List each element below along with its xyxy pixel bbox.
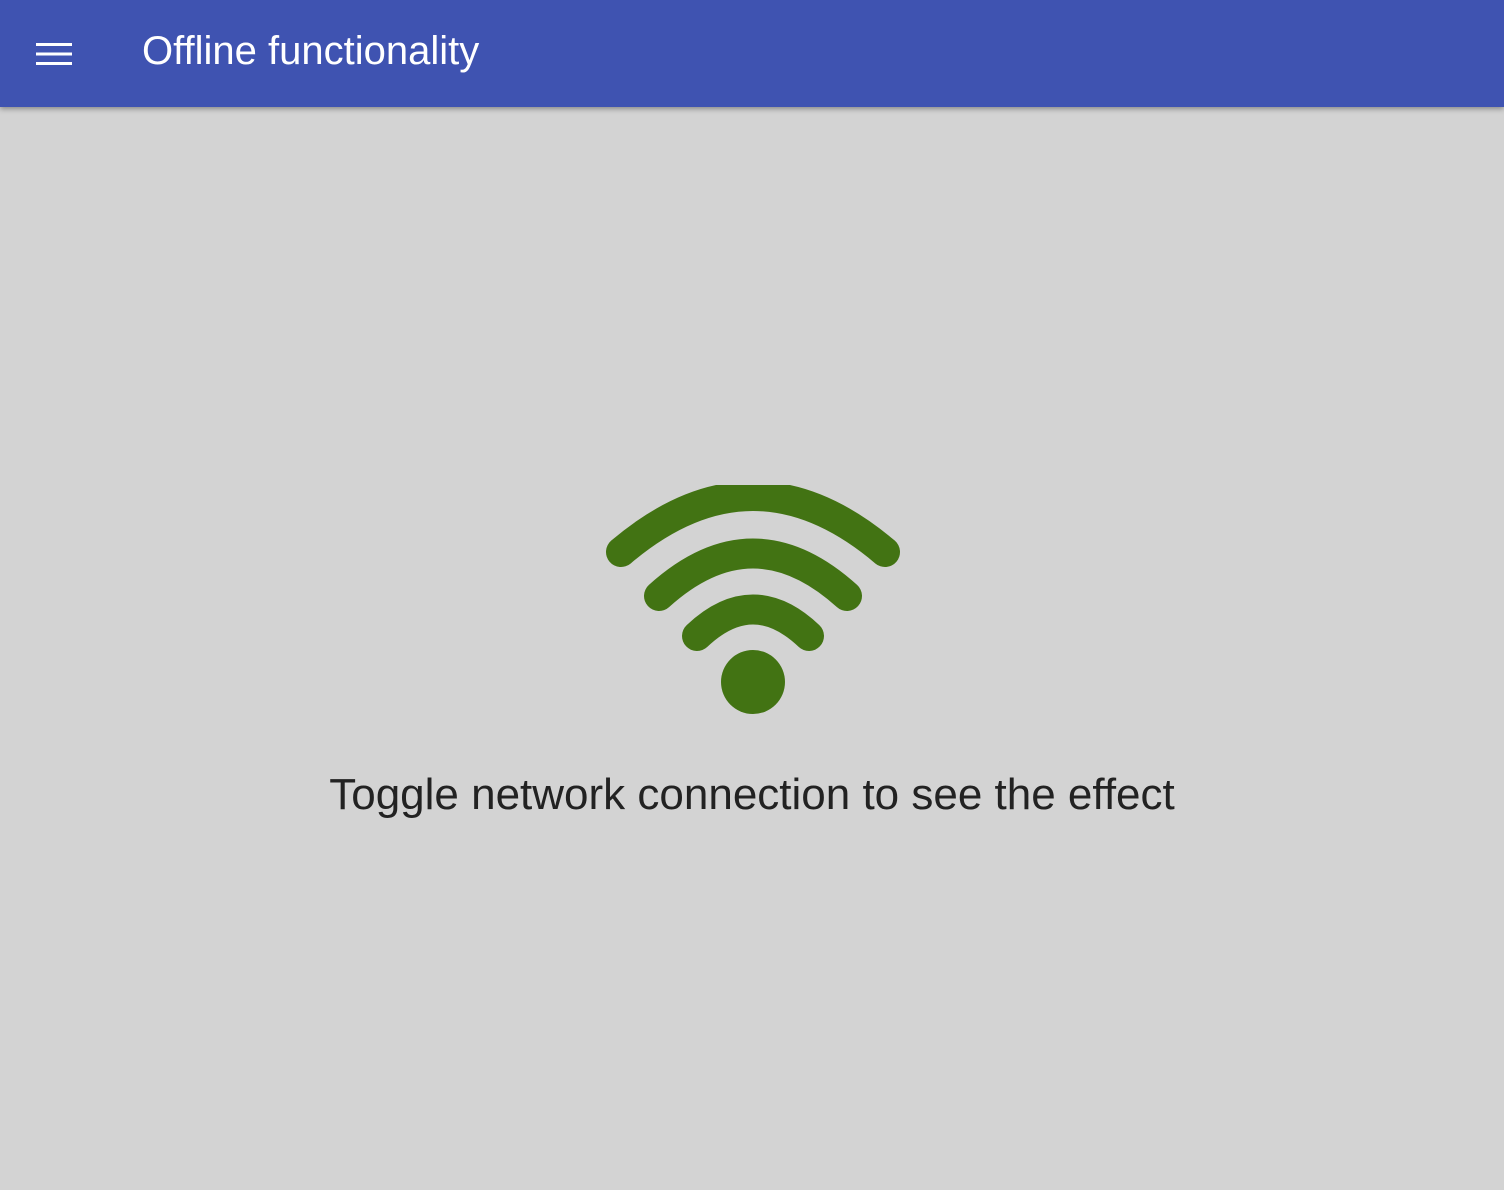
- wifi-inner-arc: [682, 594, 824, 651]
- wifi-icon: [606, 485, 900, 714]
- wifi-middle-arc: [644, 538, 862, 611]
- main-content: Toggle network connection to see the eff…: [0, 107, 1504, 1190]
- wifi-dot: [721, 650, 785, 714]
- page-title: Offline functionality: [142, 29, 480, 73]
- app-bar: Offline functionality: [0, 0, 1504, 107]
- hamburger-menu-icon: [36, 43, 72, 65]
- status-message: Toggle network connection to see the eff…: [329, 770, 1175, 819]
- menu-button[interactable]: [22, 26, 86, 82]
